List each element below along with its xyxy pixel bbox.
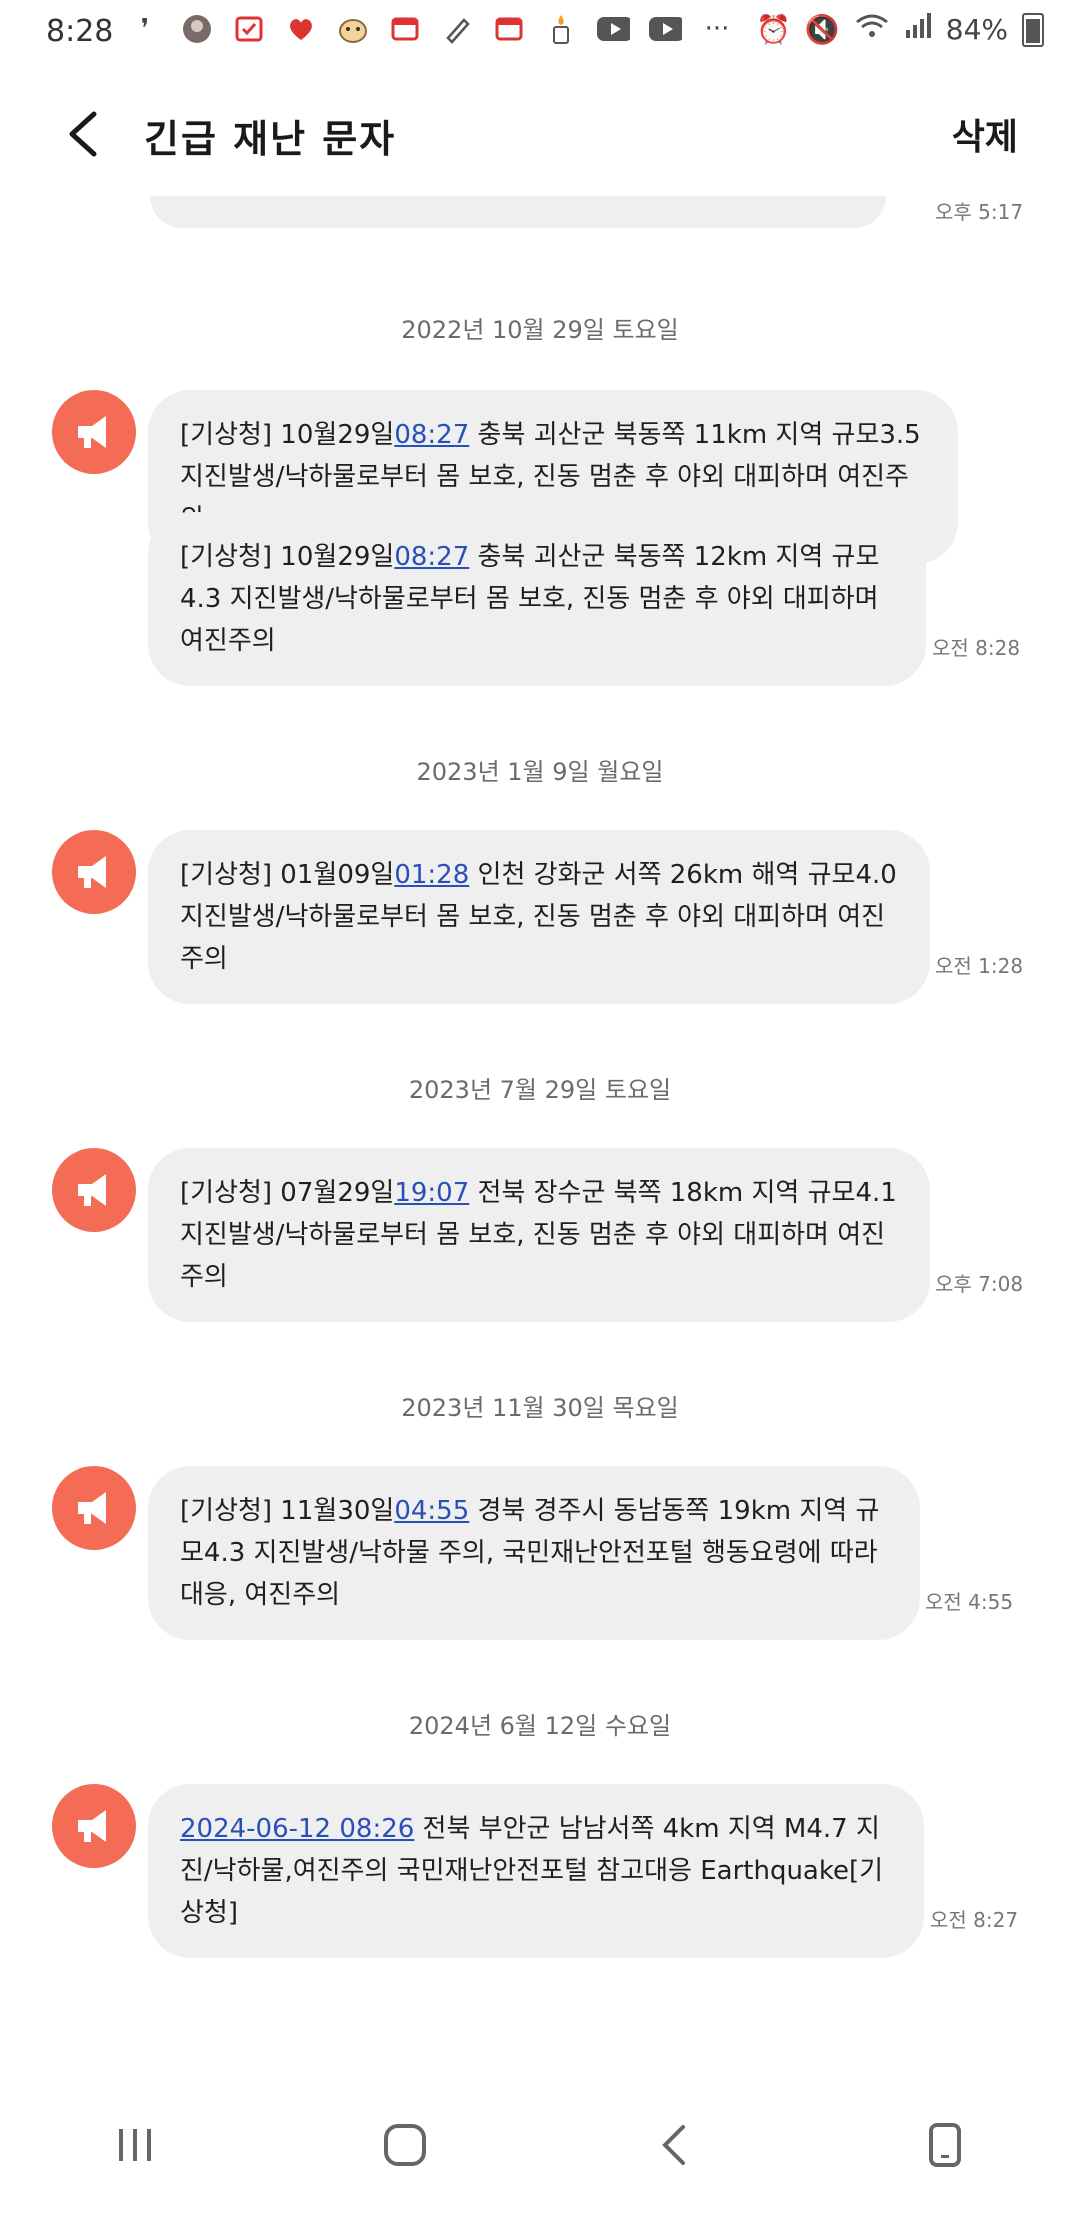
- navigation-bar: [0, 2070, 1080, 2220]
- battery-icon: [1022, 12, 1044, 47]
- date-separator: 2023년 7월 29일 토요일: [408, 1076, 672, 1104]
- status-right: ⏰ 🔇 84%: [756, 12, 1044, 47]
- calendar-heart-icon-2: [492, 12, 526, 46]
- comma-icon: ❜: [140, 14, 150, 44]
- home-button[interactable]: [360, 2100, 450, 2190]
- nav-back-button[interactable]: [630, 2100, 720, 2190]
- megaphone-icon: [78, 416, 106, 448]
- date-separator: 2022년 10월 29일 토요일: [401, 316, 679, 344]
- battery-percent: 84%: [945, 13, 1008, 46]
- message-bubble[interactable]: [기상청] 10월29일08:27 충북 괴산군 북동쪽 12km 지역 규모4…: [148, 512, 926, 686]
- megaphone-icon: [78, 856, 106, 888]
- message-time: 오전 4:55: [925, 1590, 1014, 1614]
- app-bar: 긴급 재난 문자 삭제: [0, 64, 1080, 204]
- page-title: 긴급 재난 문자: [144, 117, 397, 161]
- sender-avatar[interactable]: [52, 1784, 136, 1868]
- sender-avatar[interactable]: [52, 1148, 136, 1232]
- megaphone-icon: [78, 1492, 106, 1524]
- status-bar: 8:28 ❜ ··· ⏰ 🔇 84%: [0, 0, 1080, 64]
- home-icon: [384, 2124, 426, 2166]
- message-bubble[interactable]: [기상청] 11월30일04:55 경북 경주시 동남동쪽 19km 지역 규모…: [148, 1466, 920, 1640]
- calendar-check-icon: [232, 12, 266, 46]
- message-bubble[interactable]: [기상청] 07월29일19:07 전북 장수군 북쪽 18km 지역 규모4.…: [148, 1148, 930, 1322]
- message-time: 오후 7:08: [935, 1272, 1024, 1296]
- alarm-icon: ⏰: [756, 13, 791, 46]
- message-time-link[interactable]: 19:07: [394, 1178, 469, 1208]
- megaphone-icon: [78, 1174, 106, 1206]
- recent-apps-button[interactable]: [90, 2100, 180, 2190]
- previous-message-bubble[interactable]: [150, 196, 886, 228]
- heart-check-icon: [284, 12, 318, 46]
- calendar-heart-icon: [388, 12, 422, 46]
- delete-button[interactable]: 삭제: [952, 108, 1018, 160]
- megaphone-icon: [78, 1810, 106, 1842]
- sender-avatar[interactable]: [52, 390, 136, 474]
- message-prefix: [기상청] 07월29일: [180, 1178, 395, 1208]
- message-time-link[interactable]: 2024-06-12 08:26: [180, 1814, 414, 1844]
- back-icon: [662, 2125, 685, 2165]
- date-separator: 2023년 11월 30일 목요일: [401, 1394, 679, 1422]
- chevron-left-icon: [69, 111, 97, 157]
- tablet-icon: [929, 2123, 961, 2167]
- previous-message-time: 오후 5:17: [935, 200, 1024, 224]
- wifi-icon: [854, 12, 890, 47]
- message-time: 오전 8:28: [932, 636, 1021, 660]
- date-separator: 2023년 1월 9일 월요일: [416, 758, 664, 786]
- profile-icon: [180, 12, 214, 46]
- status-time: 8:28: [46, 14, 114, 49]
- message-time-link[interactable]: 01:28: [394, 860, 469, 890]
- message-prefix: [기상청] 10월29일: [180, 542, 395, 572]
- pen-icon: [440, 12, 474, 46]
- sender-avatar[interactable]: [52, 830, 136, 914]
- message-time-link[interactable]: 04:55: [394, 1496, 469, 1526]
- message-time-link[interactable]: 08:27: [394, 420, 469, 450]
- candle-icon: [544, 12, 578, 46]
- sender-avatar[interactable]: [52, 1466, 136, 1550]
- message-time: 오전 8:27: [930, 1908, 1019, 1932]
- rotate-button[interactable]: [900, 2100, 990, 2190]
- hamster-icon: [336, 12, 370, 46]
- message-prefix: [기상청] 11월30일: [180, 1496, 395, 1526]
- back-button[interactable]: [58, 108, 110, 160]
- mute-icon: 🔇: [804, 13, 840, 46]
- youtube-icon-2: [648, 12, 682, 46]
- message-bubble[interactable]: 2024-06-12 08:26 전북 부안군 남남서쪽 4km 지역 M4.7…: [148, 1784, 924, 1958]
- date-separator: 2024년 6월 12일 수요일: [408, 1712, 672, 1740]
- signal-icon: [904, 12, 932, 47]
- message-prefix: [기상청] 10월29일: [180, 420, 395, 450]
- more-icon: ···: [704, 14, 730, 44]
- youtube-icon: [596, 12, 630, 46]
- message-prefix: [기상청] 01월09일: [180, 860, 395, 890]
- message-time: 오전 1:28: [935, 954, 1024, 978]
- message-time-link[interactable]: 08:27: [394, 542, 469, 572]
- message-bubble[interactable]: [기상청] 01월09일01:28 인천 강화군 서쪽 26km 해역 규모4.…: [148, 830, 930, 1004]
- recent-apps-icon: [119, 2129, 151, 2161]
- notification-icons: ❜ ···: [128, 12, 734, 46]
